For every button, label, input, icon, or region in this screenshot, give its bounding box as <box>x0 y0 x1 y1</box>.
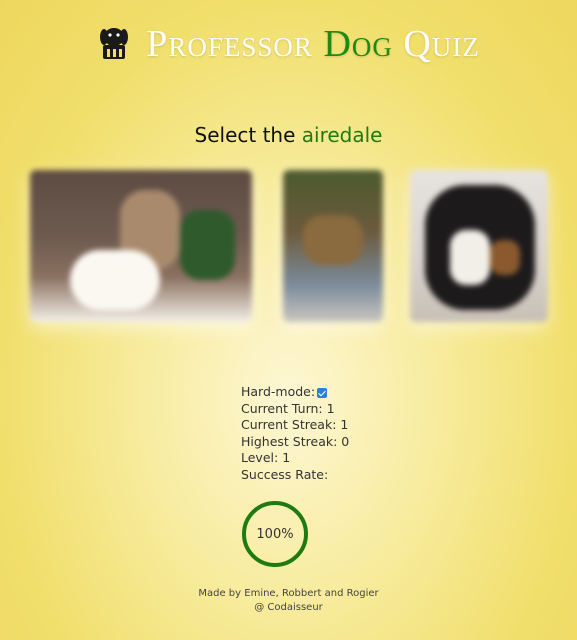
highest-streak-label: Highest Streak: <box>241 433 338 449</box>
current-turn-row: Current Turn: 1 <box>241 401 349 418</box>
level-value: 1 <box>282 450 291 466</box>
dog-head-icon <box>97 23 131 65</box>
success-rate-value: 100% <box>256 526 294 542</box>
title-prefix: Professor <box>146 23 324 65</box>
highest-streak-row: Highest Streak: 0 <box>241 434 349 451</box>
quiz-question: Select the airedale <box>0 123 577 147</box>
dog-image-option-1[interactable] <box>30 170 252 322</box>
level-row: Level: 1 <box>241 450 349 467</box>
dog-image-option-2[interactable] <box>283 170 383 322</box>
header: Professor Dog Quiz <box>0 22 577 66</box>
footer: Made by Emine, Robbert and Rogier @ Coda… <box>0 587 577 615</box>
footer-credits: Made by Emine, Robbert and Rogier <box>198 588 379 599</box>
title-accent: Dog <box>323 23 393 65</box>
footer-company: @ Codaisseur <box>254 602 323 613</box>
current-streak-value: 1 <box>340 417 349 433</box>
level-label: Level: <box>241 450 279 466</box>
hard-mode-checkbox[interactable] <box>317 387 328 398</box>
question-prefix: Select the <box>194 123 302 147</box>
current-streak-label: Current Streak: <box>241 417 337 433</box>
success-rate-label: Success Rate: <box>241 466 329 482</box>
success-rate-circle: 100% <box>242 501 308 567</box>
app-title: Professor Dog Quiz <box>146 22 480 66</box>
hard-mode-label: Hard-mode: <box>241 384 316 399</box>
dog-image-option-3[interactable] <box>410 170 548 322</box>
current-turn-label: Current Turn: <box>241 400 323 416</box>
stats-panel: Hard-mode: Current Turn: 1 Current Strea… <box>241 384 349 484</box>
current-turn-value: 1 <box>326 400 335 416</box>
hard-mode-row: Hard-mode: <box>241 384 349 401</box>
highest-streak-value: 0 <box>341 433 350 449</box>
title-suffix: Quiz <box>392 23 480 65</box>
success-rate-row: Success Rate: <box>241 467 349 484</box>
question-breed: airedale <box>301 123 383 147</box>
image-options <box>0 170 577 335</box>
current-streak-row: Current Streak: 1 <box>241 417 349 434</box>
